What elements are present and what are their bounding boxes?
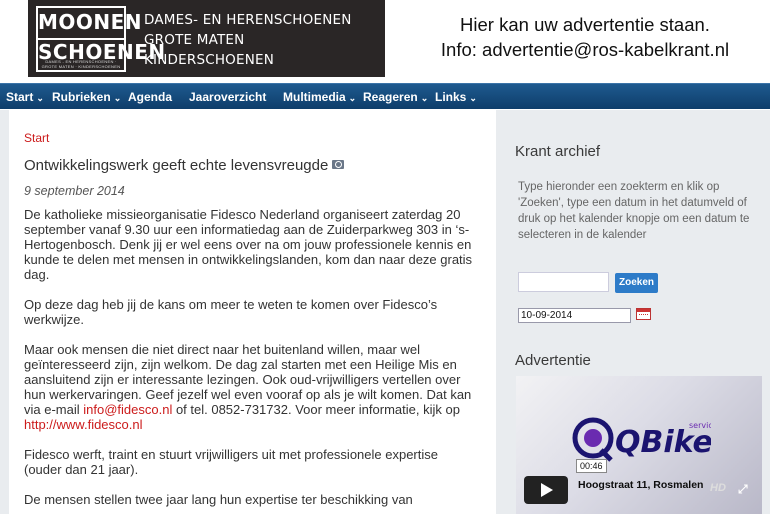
article-date: 9 september 2014 [24,184,125,198]
fullscreen-icon[interactable]: ⤢ [738,482,748,497]
search-button[interactable]: Zoeken [615,273,658,293]
chevron-down-icon: ⌄ [113,93,122,103]
nav-label: Multimedia [283,90,346,104]
paragraph: De mensen stellen twee jaar lang hun exp… [24,492,413,507]
chevron-down-icon: ⌄ [348,93,357,103]
chevron-down-icon: ⌄ [36,93,44,103]
qbike-logo-text: QBike [615,425,711,460]
camera-icon [332,160,345,169]
moonen-schoenen-ad[interactable]: MOONEN SCHOENEN DAMES - EN HERENSCHOENEN… [28,0,385,77]
archive-description: Type hieronder een zoekterm en klik op '… [518,181,750,241]
nav-item-start[interactable]: Start ⌄ [6,84,44,110]
nav-label: Reageren [363,90,418,104]
nav-label: Rubrieken [52,90,111,104]
chevron-down-icon: ⌄ [469,93,477,103]
article-column: Start Ontwikkelingswerk geeft echte leve… [9,110,496,514]
ad-placeholder-text: Hier kan uw advertentie staan. Info: adv… [410,12,760,62]
ad-line: GROTE MATEN [144,32,245,48]
video-caption: Hoogstraat 11, Rosmalen [578,479,704,491]
ad-line: KINDERSCHOENEN [144,52,275,68]
logo-subline: DAMES - EN HERENSCHOENEN · GROTE MATEN ·… [41,59,121,69]
paragraph: Fidesco werft, traint en stuurt vrijwill… [24,447,438,477]
ad-placeholder-line-2: Info: advertentie@ros-kabelkrant.nl [440,39,730,60]
calendar-icon[interactable] [636,308,651,320]
nav-label: Links [435,90,467,104]
nav-item-reageren[interactable]: Reageren ⌄ [363,84,428,110]
nav-item-multimedia[interactable]: Multimedia ⌄ [283,84,356,110]
article-title-text: Ontwikkelingswerk geeft echte levensvreu… [24,157,329,174]
nav-label: Jaaroverzicht [189,90,267,104]
nav-item-rubrieken[interactable]: Rubrieken ⌄ [52,84,121,110]
page-content: Start Ontwikkelingswerk geeft echte leve… [0,110,770,514]
paragraph: Maar ook mensen die niet direct naar het… [24,342,474,432]
article-title: Ontwikkelingswerk geeft echte levensvreu… [24,157,345,174]
advertisement-heading: Advertentie [515,352,591,369]
ad-line: DAMES- EN HERENSCHOENEN [144,12,352,28]
logo-line-1: MOONEN [38,10,143,34]
main-nav: Start ⌄ Rubrieken ⌄ Agenda Jaaroverzicht M… [0,83,770,109]
website-link[interactable]: http://www.fidesco.nl [24,417,143,432]
nav-item-jaaroverzicht[interactable]: Jaaroverzicht [189,84,266,110]
archive-search-input[interactable] [518,272,609,292]
paragraph-text: of tel. 0852-731732. Voor meer informati… [172,402,460,417]
paragraph: De katholieke missieorganisatie Fidesco … [24,207,473,282]
nav-item-agenda[interactable]: Agenda [128,84,172,110]
breadcrumb[interactable]: Start [24,131,49,145]
ad-placeholder-line-1: Hier kan uw advertentie staan. [460,14,710,35]
hd-badge[interactable]: HD [710,482,726,494]
video-player[interactable]: QBike service 00:46 Hoogstraat 11, Rosma… [516,376,762,514]
email-link[interactable]: info@fidesco.nl [83,402,172,417]
paragraph: Op deze dag heb jij de kans om meer te w… [24,297,438,327]
date-field[interactable]: 10-09-2014 [518,308,631,323]
qbike-logo: QBike service [572,417,711,462]
nav-label: Agenda [128,90,173,104]
play-button[interactable] [524,476,568,504]
sidebar: Krant archief Type hieronder een zoekter… [505,110,770,514]
nav-label: Start [6,90,34,104]
chevron-down-icon: ⌄ [420,93,429,103]
ad-text-lines: DAMES- EN HERENSCHOENEN GROTE MATEN KIND… [144,10,352,70]
nav-item-links[interactable]: Links ⌄ [435,84,477,110]
qbike-logo-sub: service [689,421,711,430]
video-timestamp: 00:46 [576,459,607,473]
top-banner: MOONEN SCHOENEN DAMES - EN HERENSCHOENEN… [0,0,770,80]
archive-heading: Krant archief [515,143,601,160]
article-body: De katholieke missieorganisatie Fidesco … [24,207,474,514]
moonen-logo: MOONEN SCHOENEN DAMES - EN HERENSCHOENEN… [36,6,165,72]
